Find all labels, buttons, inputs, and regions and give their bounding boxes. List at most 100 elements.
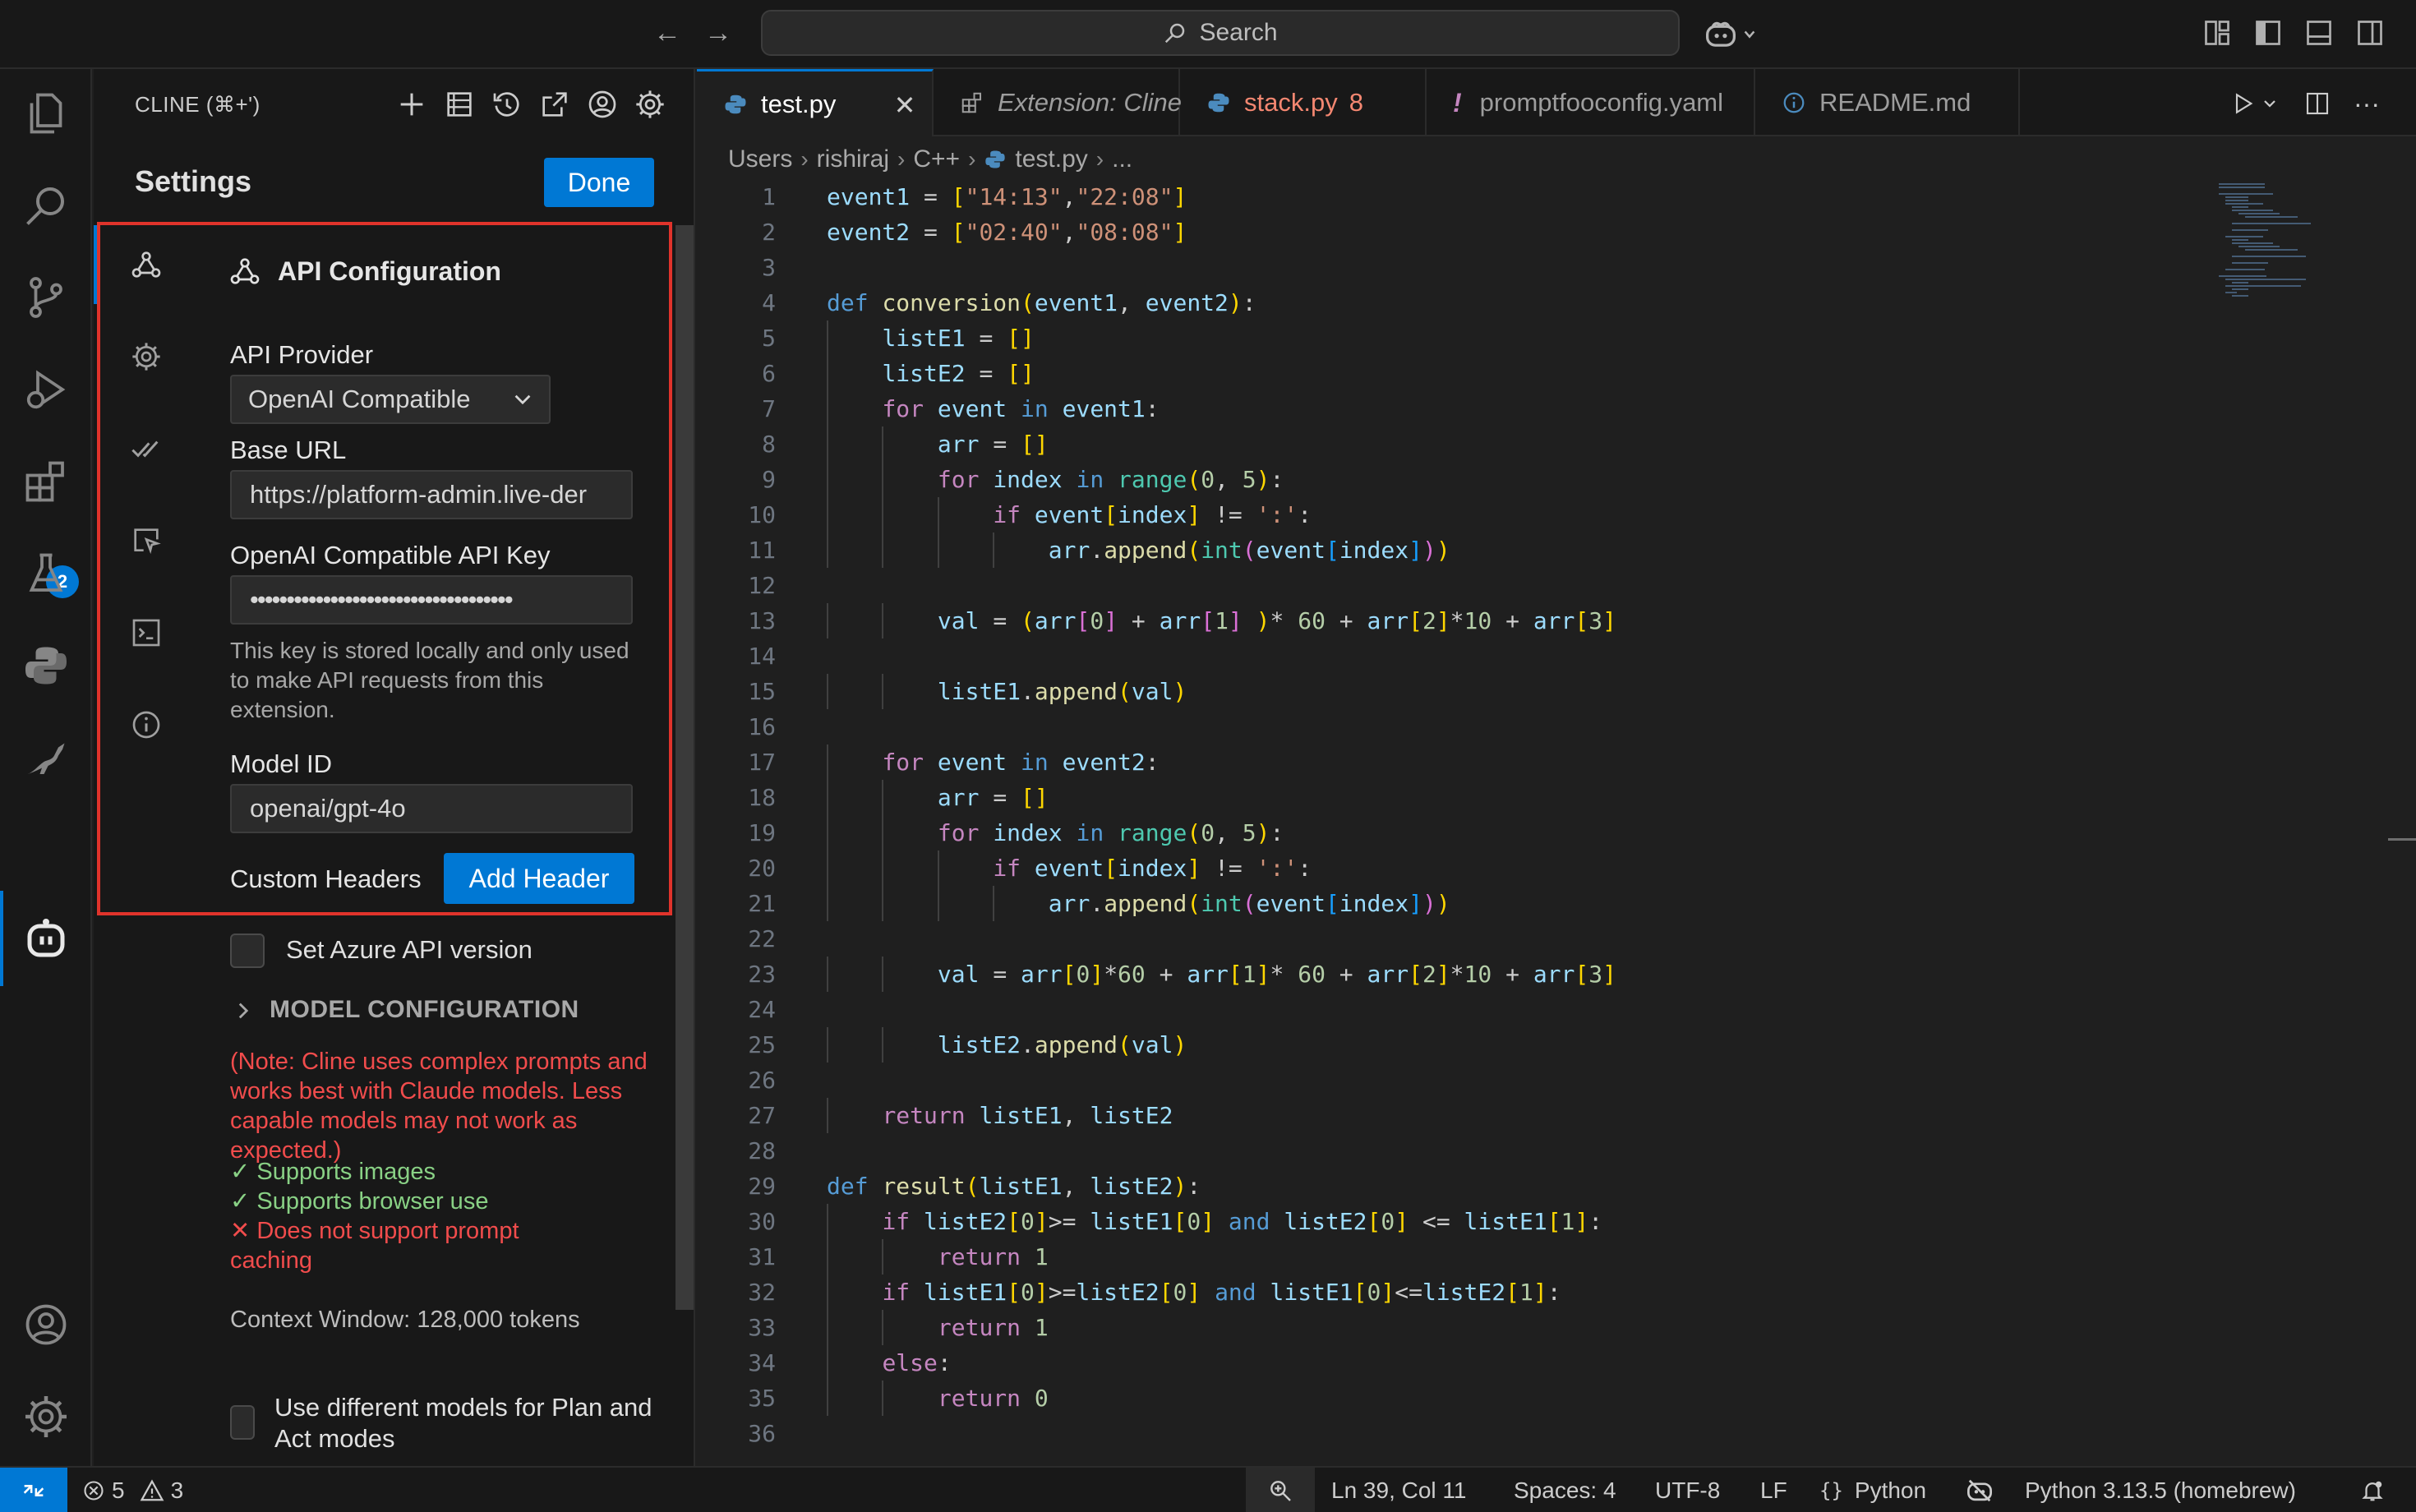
toggle-panel-icon[interactable]: [2304, 18, 2334, 48]
line-number: 10: [748, 501, 776, 528]
code-line: 36: [697, 1416, 2176, 1451]
problem-count-badge: 8: [1349, 88, 1363, 117]
extensions-icon[interactable]: [18, 454, 74, 509]
scrollbar-cursor-marker: [2388, 838, 2416, 841]
code-line: 1 event1 = ["14:13","22:08"]: [697, 179, 2176, 214]
python-interpreter[interactable]: Python 3.13.5 (homebrew): [2025, 1468, 2296, 1512]
capability-text: Supports browser use: [256, 1188, 489, 1215]
code-line: 31 return 1: [697, 1239, 2176, 1275]
line-number: 25: [748, 1031, 776, 1058]
done-button[interactable]: Done: [544, 158, 654, 207]
kangaroo-icon[interactable]: [18, 730, 74, 786]
account-icon[interactable]: [583, 85, 621, 123]
python-file-icon: [1208, 93, 1229, 113]
encoding-indicator[interactable]: UTF-8: [1655, 1468, 1720, 1512]
chevron-right-icon: ›: [968, 146, 976, 172]
editor-tab-bar: test.py ✕ Extension: Cline stack.py 8 ! …: [697, 69, 2416, 136]
code-line: 28: [697, 1133, 2176, 1169]
copilot-status-icon[interactable]: [1966, 1468, 1994, 1512]
code-line: 25 listE2.append(val): [697, 1027, 2176, 1063]
code-line: 21 arr.append(int(event[index])): [697, 886, 2176, 921]
source-control-icon[interactable]: [18, 270, 74, 325]
tab-promptfooconfig-yaml[interactable]: ! promptfooconfig.yaml: [1427, 69, 1755, 136]
azure-api-version-checkbox[interactable]: [230, 933, 265, 968]
error-icon: [84, 1481, 104, 1500]
chevron-right-icon: ›: [897, 146, 906, 172]
line-number: 16: [748, 713, 776, 740]
code-line: 10 if event[index] != ':':: [697, 497, 2176, 532]
sidebar-scrollbar-thumb[interactable]: [675, 225, 694, 1310]
history-icon[interactable]: [488, 85, 526, 123]
back-arrow-icon[interactable]: ←: [649, 15, 685, 51]
code-line: 2 event2 = ["02:40","08:08"]: [697, 214, 2176, 250]
indentation-indicator[interactable]: Spaces: 4: [1514, 1468, 1616, 1512]
line-number: 7: [762, 395, 776, 422]
breadcrumb-item[interactable]: Users: [728, 145, 792, 173]
python-file-icon: [985, 150, 1006, 168]
code-line: 19 for index in range(0, 5):: [697, 815, 2176, 850]
copilot-menu[interactable]: [1704, 16, 1770, 53]
code-text: for index in range(0, 5):: [937, 819, 1284, 846]
code-editor[interactable]: 1 event1 = ["14:13","22:08"] 2 event2 = ["0…: [697, 179, 2176, 1466]
breadcrumb-item[interactable]: rishiraj: [817, 145, 889, 173]
testing-icon[interactable]: [18, 546, 74, 602]
plan-act-checkbox[interactable]: [230, 1405, 255, 1440]
chevron-down-icon: [1744, 30, 1755, 39]
line-number: 33: [748, 1314, 776, 1341]
zoom-indicator[interactable]: [1246, 1468, 1315, 1512]
language-mode[interactable]: {} Python: [1819, 1468, 1926, 1512]
close-icon[interactable]: ✕: [891, 91, 919, 119]
line-number: 14: [748, 643, 776, 670]
minimap[interactable]: [2215, 179, 2314, 311]
tab-stack-py[interactable]: stack.py 8: [1180, 69, 1427, 136]
code-line: 11 arr.append(int(event[index])): [697, 532, 2176, 568]
tab-readme-md[interactable]: README.md: [1755, 69, 2020, 136]
model-configuration-toggle[interactable]: MODEL CONFIGURATION: [270, 996, 579, 1024]
line-number: 31: [748, 1243, 776, 1270]
line-number: 4: [762, 289, 776, 316]
toggle-primary-sidebar-icon[interactable]: [2253, 18, 2283, 48]
explorer-icon[interactable]: [18, 85, 74, 141]
toggle-secondary-sidebar-icon[interactable]: [2355, 18, 2385, 48]
eol-indicator[interactable]: LF: [1760, 1468, 1787, 1512]
code-text: return 1: [937, 1243, 1049, 1270]
manage-gear-icon[interactable]: [18, 1389, 74, 1445]
settings-heading: Settings: [135, 164, 252, 198]
run-icon[interactable]: [2227, 87, 2260, 120]
run-dropdown-icon[interactable]: [2258, 87, 2281, 120]
notifications-bell-icon[interactable]: [2360, 1468, 2385, 1512]
chevron-right-icon: ›: [1095, 146, 1104, 172]
command-center-search[interactable]: Search: [761, 10, 1680, 56]
settings-gear-icon[interactable]: [631, 85, 669, 123]
breadcrumb-item[interactable]: test.py: [1015, 145, 1087, 173]
plus-icon[interactable]: [393, 85, 431, 123]
language-label: Python: [1854, 1477, 1927, 1503]
cline-icon[interactable]: [18, 910, 74, 966]
split-editor-icon[interactable]: [2301, 87, 2334, 120]
tab-extension-cline[interactable]: Extension: Cline: [934, 69, 1182, 136]
forward-arrow-icon[interactable]: →: [700, 15, 736, 51]
tab-test-py[interactable]: test.py ✕: [697, 69, 934, 136]
run-debug-icon[interactable]: [18, 362, 74, 417]
mcp-servers-icon[interactable]: [440, 85, 478, 123]
line-number: 30: [748, 1208, 776, 1235]
line-number: 32: [748, 1279, 776, 1306]
chevron-right-icon[interactable]: [232, 999, 255, 1022]
accounts-icon[interactable]: [18, 1297, 74, 1353]
popout-icon[interactable]: [536, 85, 574, 123]
line-number: 13: [748, 607, 776, 634]
search-placeholder: Search: [1199, 19, 1278, 46]
code-line: 5 listE1 = []: [697, 320, 2176, 356]
problems-indicator[interactable]: 5 3: [82, 1468, 183, 1512]
cursor-position[interactable]: Ln 39, Col 11: [1331, 1468, 1467, 1512]
more-actions-icon[interactable]: ···: [2350, 87, 2383, 120]
breadcrumb-item[interactable]: C++: [913, 145, 960, 173]
python-icon[interactable]: [18, 638, 74, 694]
customize-layout-icon[interactable]: [2202, 18, 2232, 48]
search-icon[interactable]: [18, 177, 74, 233]
line-number: 15: [748, 678, 776, 705]
code-line: 7 for event in event1:: [697, 391, 2176, 426]
breadcrumb-item[interactable]: ...: [1112, 145, 1132, 173]
warning-icon: [140, 1479, 164, 1501]
remote-indicator[interactable]: [0, 1468, 67, 1512]
